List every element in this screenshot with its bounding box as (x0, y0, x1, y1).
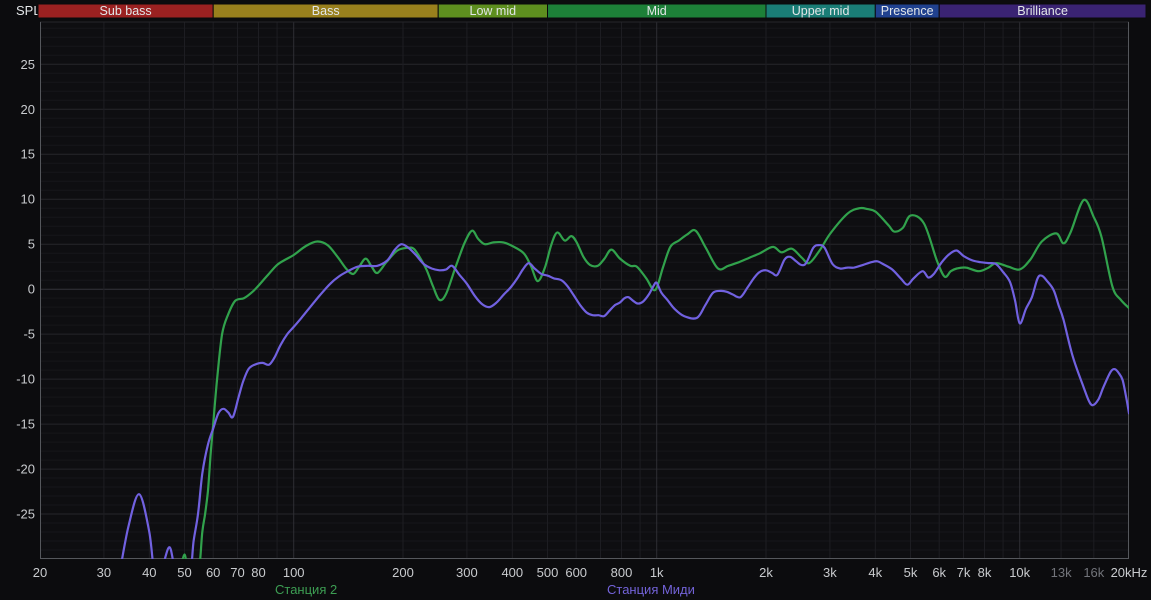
x-tick-label: 13k (1051, 565, 1072, 580)
x-tick-label: 60 (206, 565, 220, 580)
legend-item-station-midi[interactable]: Станция Миди (607, 582, 695, 597)
x-tick-label: 20 (33, 565, 47, 580)
y-tick-label: -5 (23, 327, 35, 342)
spl-graph-panel: SPL Sub bassBassLow midMidUpper midPrese… (0, 0, 1151, 600)
y-tick-label: -15 (16, 417, 35, 432)
y-tick-label: -20 (16, 462, 35, 477)
y-tick-label: 20 (21, 102, 35, 117)
x-tick-label: 80 (251, 565, 265, 580)
x-tick-label: 40 (142, 565, 156, 580)
y-tick-label: 25 (21, 57, 35, 72)
x-tick-label: 3k (823, 565, 837, 580)
y-tick-label: 15 (21, 147, 35, 162)
x-tick-label: 500 (537, 565, 559, 580)
y-tick-label: 0 (28, 282, 35, 297)
y-tick-label: 10 (21, 192, 35, 207)
x-tick-label: 2k (759, 565, 773, 580)
spl-chart: Sub bass Bass Low mid Mid Upper mid Presence B… (0, 0, 1151, 600)
x-tick-label: 100 (283, 565, 305, 580)
band-label-sub-bass: Sub bass (100, 4, 152, 18)
x-tick-label: 300 (456, 565, 478, 580)
x-tick-label: 400 (501, 565, 523, 580)
x-tick-label: 50 (177, 565, 191, 580)
band-label-mid: Mid (647, 4, 667, 18)
x-tick-label: 1k (650, 565, 664, 580)
x-tick-label: 70 (230, 565, 244, 580)
x-tick-label: 30 (97, 565, 111, 580)
legend-item-station-2[interactable]: Станция 2 (275, 582, 337, 597)
band-label-bass: Bass (312, 4, 340, 18)
x-tick-label: 16k (1083, 565, 1104, 580)
band-label-upper-mid: Upper mid (792, 4, 850, 18)
x-tick-label: 8k (978, 565, 992, 580)
x-tick-label: 4k (868, 565, 882, 580)
x-tick-label: 20kHz (1111, 565, 1148, 580)
y-tick-label: -25 (16, 507, 35, 522)
band-label-low-mid: Low mid (470, 4, 517, 18)
x-tick-label: 800 (611, 565, 633, 580)
x-tick-label: 6k (932, 565, 946, 580)
x-tick-label: 5k (904, 565, 918, 580)
x-tick-label: 200 (392, 565, 414, 580)
x-tick-label: 10k (1009, 565, 1030, 580)
y-tick-label: 5 (28, 237, 35, 252)
x-tick-label: 7k (957, 565, 971, 580)
x-tick-label: 600 (565, 565, 587, 580)
band-label-presence: Presence (881, 4, 934, 18)
y-tick-label: -10 (16, 372, 35, 387)
band-label-brilliance: Brilliance (1017, 4, 1068, 18)
